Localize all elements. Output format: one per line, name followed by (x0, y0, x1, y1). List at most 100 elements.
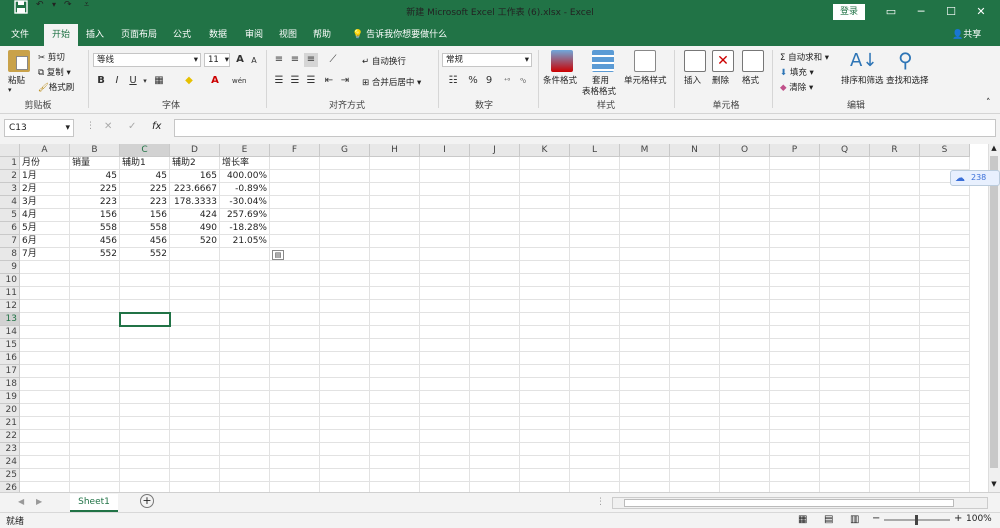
cell-m24[interactable] (620, 456, 670, 469)
cell-k15[interactable] (520, 339, 570, 352)
cell-p6[interactable] (770, 222, 820, 235)
cell-o16[interactable] (720, 352, 770, 365)
cell-q14[interactable] (820, 326, 870, 339)
comma-style-button[interactable]: 9 (482, 74, 496, 88)
cell-b15[interactable] (70, 339, 120, 352)
cell-m8[interactable] (620, 248, 670, 261)
cell-n12[interactable] (670, 300, 720, 313)
insert-function-icon[interactable]: fx (152, 121, 161, 132)
column-header-r[interactable]: R (870, 144, 920, 157)
cell-f24[interactable] (270, 456, 320, 469)
cell-g7[interactable] (320, 235, 370, 248)
cell-c5[interactable]: 156 (120, 209, 170, 222)
cell-i3[interactable] (420, 183, 470, 196)
cell-d7[interactable]: 520 (170, 235, 220, 248)
cell-q26[interactable] (820, 482, 870, 492)
cell-j2[interactable] (470, 170, 520, 183)
cell-h13[interactable] (370, 313, 420, 326)
cell-f4[interactable] (270, 196, 320, 209)
cell-l1[interactable] (570, 157, 620, 170)
find-select-icon[interactable]: ⚲ (898, 48, 913, 72)
cell-f5[interactable] (270, 209, 320, 222)
cell-l19[interactable] (570, 391, 620, 404)
cell-g9[interactable] (320, 261, 370, 274)
autosum-button[interactable]: Σ 自动求和 ▾ (780, 51, 829, 63)
cell-d24[interactable] (170, 456, 220, 469)
cell-b21[interactable] (70, 417, 120, 430)
cell-l13[interactable] (570, 313, 620, 326)
cell-i12[interactable] (420, 300, 470, 313)
cell-n5[interactable] (670, 209, 720, 222)
cell-b5[interactable]: 156 (70, 209, 120, 222)
cell-g2[interactable] (320, 170, 370, 183)
cell-q7[interactable] (820, 235, 870, 248)
tab-review[interactable]: 审阅 (238, 24, 270, 46)
cell-o12[interactable] (720, 300, 770, 313)
cell-h22[interactable] (370, 430, 420, 443)
cell-s6[interactable] (920, 222, 970, 235)
row-header-7[interactable]: 7 (0, 235, 20, 248)
cell-e18[interactable] (220, 378, 270, 391)
cell-g18[interactable] (320, 378, 370, 391)
cell-f7[interactable] (270, 235, 320, 248)
cell-j18[interactable] (470, 378, 520, 391)
column-header-a[interactable]: A (20, 144, 70, 157)
cell-b19[interactable] (70, 391, 120, 404)
cell-k19[interactable] (520, 391, 570, 404)
font-color-icon[interactable]: A (208, 74, 222, 88)
cell-d23[interactable] (170, 443, 220, 456)
row-header-22[interactable]: 22 (0, 430, 20, 443)
cell-s7[interactable] (920, 235, 970, 248)
cell-n11[interactable] (670, 287, 720, 300)
cell-i6[interactable] (420, 222, 470, 235)
cell-j14[interactable] (470, 326, 520, 339)
cell-g6[interactable] (320, 222, 370, 235)
cell-e20[interactable] (220, 404, 270, 417)
cell-k2[interactable] (520, 170, 570, 183)
cell-j16[interactable] (470, 352, 520, 365)
cell-s11[interactable] (920, 287, 970, 300)
column-header-q[interactable]: Q (820, 144, 870, 157)
cell-c23[interactable] (120, 443, 170, 456)
cell-c6[interactable]: 558 (120, 222, 170, 235)
row-header-4[interactable]: 4 (0, 196, 20, 209)
cell-n14[interactable] (670, 326, 720, 339)
cell-a5[interactable]: 4月 (20, 209, 70, 222)
cell-f12[interactable] (270, 300, 320, 313)
cell-o15[interactable] (720, 339, 770, 352)
cell-j22[interactable] (470, 430, 520, 443)
cell-r21[interactable] (870, 417, 920, 430)
cell-k24[interactable] (520, 456, 570, 469)
cell-g25[interactable] (320, 469, 370, 482)
cell-l22[interactable] (570, 430, 620, 443)
cell-f20[interactable] (270, 404, 320, 417)
cell-e22[interactable] (220, 430, 270, 443)
row-header-1[interactable]: 1 (0, 157, 20, 170)
cell-m11[interactable] (620, 287, 670, 300)
borders-icon[interactable]: ▦ (152, 74, 166, 88)
cell-a3[interactable]: 2月 (20, 183, 70, 196)
cell-e2[interactable]: 400.00% (220, 170, 270, 183)
cell-d19[interactable] (170, 391, 220, 404)
cell-m3[interactable] (620, 183, 670, 196)
cell-q2[interactable] (820, 170, 870, 183)
quick-analysis-icon[interactable]: ▤ (272, 250, 284, 260)
column-header-g[interactable]: G (320, 144, 370, 157)
cell-c20[interactable] (120, 404, 170, 417)
cell-r11[interactable] (870, 287, 920, 300)
cell-r6[interactable] (870, 222, 920, 235)
cell-s21[interactable] (920, 417, 970, 430)
cell-k12[interactable] (520, 300, 570, 313)
cell-n18[interactable] (670, 378, 720, 391)
cell-c2[interactable]: 45 (120, 170, 170, 183)
copy-button[interactable]: ⧉ 复制 ▾ (38, 66, 71, 78)
cell-m16[interactable] (620, 352, 670, 365)
cell-q20[interactable] (820, 404, 870, 417)
cell-n3[interactable] (670, 183, 720, 196)
cell-l2[interactable] (570, 170, 620, 183)
tab-insert[interactable]: 插入 (80, 24, 110, 46)
vertical-scroll-thumb[interactable] (990, 156, 998, 468)
cell-j12[interactable] (470, 300, 520, 313)
cell-f22[interactable] (270, 430, 320, 443)
cell-q16[interactable] (820, 352, 870, 365)
